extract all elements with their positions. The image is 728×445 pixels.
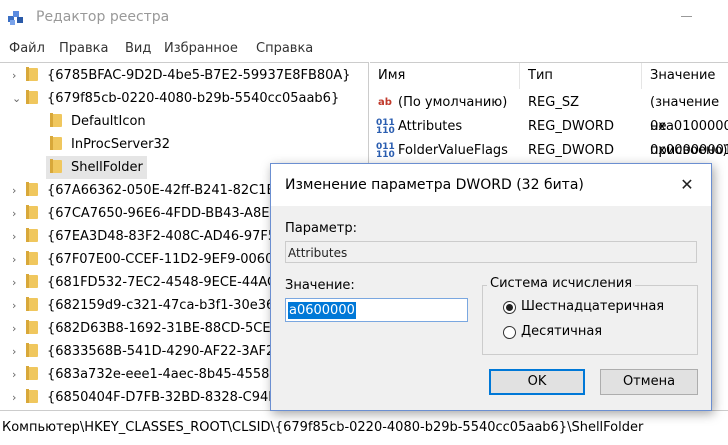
folder-icon [26,251,40,265]
chevron-right-icon[interactable]: › [12,248,22,271]
folder-icon [26,297,40,311]
value-row[interactable]: 011 110 Attributes REG_DWORD 0xa0100000 [370,115,728,139]
folder-icon [50,113,64,127]
window-title: Редактор реестра [36,9,170,25]
folder-icon [26,228,40,242]
folder-icon [26,205,40,219]
menu-bar: Файл Правка Вид Избранное Справка [0,38,728,60]
folder-icon [26,182,40,196]
base-groupbox [482,285,698,355]
dialog-title-bar: Изменение параметра DWORD (32 бита) ✕ [271,164,711,206]
folder-icon [26,274,40,288]
menu-favorites[interactable]: Избранное [164,41,238,56]
minimize-button[interactable] [676,6,696,26]
edit-dword-dialog: Изменение параметра DWORD (32 бита) ✕ Па… [270,163,712,411]
tree-item[interactable]: DefaultIcon [50,110,146,133]
tree-item[interactable]: › {6785BFAC-9D2D-4be5-B7E2-59937E8FB80A} [12,64,351,87]
chevron-down-icon[interactable]: ⌄ [12,87,22,110]
value-row[interactable]: 011 110 FolderValueFlags REG_DWORD 0x0000… [370,139,728,163]
folder-icon [50,159,64,173]
folder-icon [50,136,64,150]
dialog-title: Изменение параметра DWORD (32 бита) [285,177,584,193]
value-row[interactable]: ab (По умолчанию) REG_SZ (значение не пр… [370,91,728,158]
chevron-right-icon[interactable]: › [12,363,22,386]
param-label: Параметр: [285,221,357,236]
value-input-text: a0600000 [288,302,356,319]
chevron-right-icon[interactable]: › [12,271,22,294]
status-path: Компьютер\HKEY_CLASSES_ROOT\CLSID\{679f8… [2,420,644,435]
column-header-data[interactable]: Значение [642,63,728,89]
chevron-right-icon[interactable]: › [12,340,22,363]
binary-value-icon: 011 110 [376,142,395,160]
dec-radio[interactable] [503,326,516,339]
value-input[interactable]: a0600000 [285,298,468,322]
title-bar: Редактор реестра [0,0,728,36]
hex-radio[interactable] [503,301,516,314]
menu-edit[interactable]: Правка [59,41,108,56]
value-label: Значение: [285,278,355,293]
column-header-type[interactable]: Тип [520,63,642,89]
dec-radio-label[interactable]: Десятичная [521,324,602,339]
param-name-field: Attributes [285,241,697,263]
chevron-right-icon[interactable]: › [12,179,22,202]
folder-icon [26,320,40,334]
chevron-right-icon[interactable]: › [12,202,22,225]
menu-view[interactable]: Вид [125,41,151,56]
folder-icon [26,90,40,104]
folder-icon [26,67,40,81]
status-bar: Компьютер\HKEY_CLASSES_ROOT\CLSID\{679f8… [0,410,728,445]
tree-item[interactable]: InProcServer32 [50,133,170,156]
registry-editor-icon [8,11,23,25]
menu-help[interactable]: Справка [256,41,313,56]
tree-item-expanded[interactable]: ⌄ {679f85cb-0220-4080-b29b-5540cc05aab6} [12,87,339,110]
chevron-right-icon[interactable]: › [12,225,22,248]
chevron-right-icon[interactable]: › [12,64,22,87]
folder-icon [26,343,40,357]
folder-icon [26,366,40,380]
tree-item-selected[interactable]: ShellFolder [46,156,147,179]
close-icon[interactable]: ✕ [676,174,698,196]
ok-button[interactable]: OK [489,369,585,395]
chevron-right-icon[interactable]: › [12,294,22,317]
binary-value-icon: 011 110 [376,118,395,136]
chevron-right-icon[interactable]: › [12,386,22,409]
hex-radio-label[interactable]: Шестнадцатеричная [521,299,664,314]
column-header-name[interactable]: Имя [370,63,520,89]
folder-icon [26,389,40,403]
ab-string-icon: ab [378,97,392,108]
menu-file[interactable]: Файл [9,41,45,56]
chevron-right-icon[interactable]: › [12,317,22,340]
cancel-button[interactable]: Отмена [600,369,698,395]
base-group-label: Система исчисления [487,276,636,291]
